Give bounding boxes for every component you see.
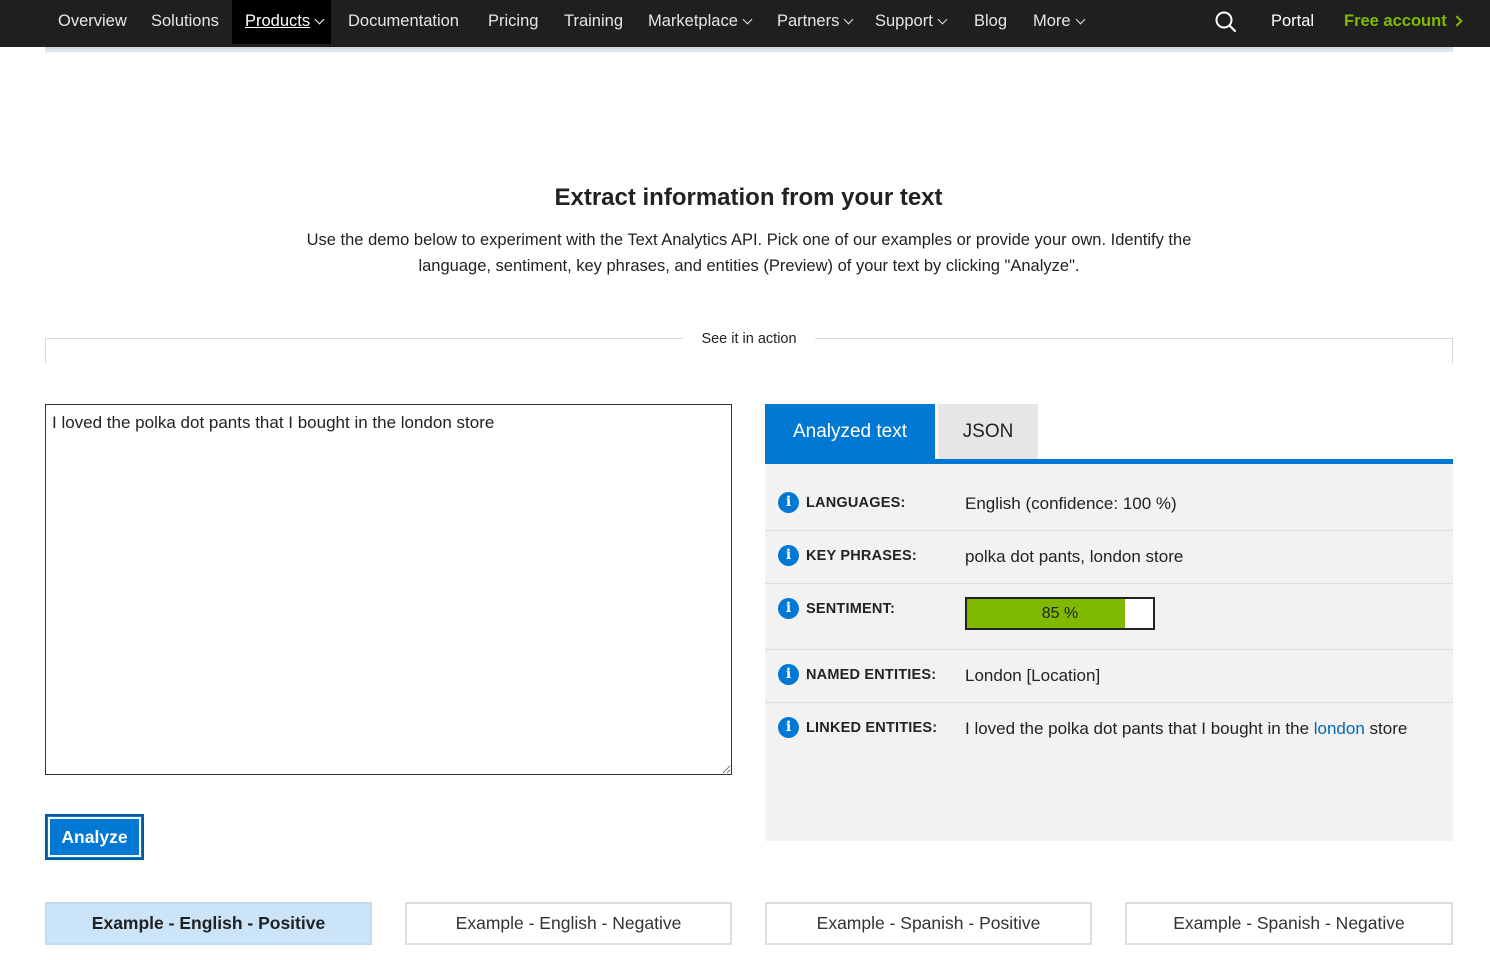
example-spanish-negative-button[interactable]: Example - Spanish - Negative (1125, 902, 1453, 945)
nav-item-solutions[interactable]: Solutions (151, 0, 219, 44)
sentiment-value: 85 % (1041, 605, 1079, 622)
tab-analyzed-text[interactable]: Analyzed text (765, 404, 935, 459)
page-title: Extract information from your text (554, 184, 943, 211)
nav-item-label: More (1033, 12, 1071, 30)
nav-item-support[interactable]: Support (875, 0, 948, 44)
info-icon[interactable]: i (778, 598, 799, 619)
search-icon (1215, 11, 1237, 33)
chevron-down-icon (1075, 14, 1086, 25)
example-spanish-positive-button[interactable]: Example - Spanish - Positive (765, 902, 1092, 945)
result-row-languages: i LANGUAGES: English (confidence: 100 %) (765, 464, 1453, 531)
search-button[interactable] (1213, 9, 1239, 35)
nav-item-documentation[interactable]: Documentation (348, 0, 459, 44)
result-value: London [Location] (965, 666, 1101, 685)
example-english-negative-button[interactable]: Example - English - Negative (405, 902, 732, 945)
nav-item-label: Marketplace (648, 12, 738, 30)
chevron-down-icon (937, 14, 948, 25)
linked-text-after: store (1364, 719, 1408, 738)
chevron-down-icon (314, 14, 325, 25)
info-icon[interactable]: i (778, 664, 799, 685)
top-navigation: Overview Solutions Products Documentatio… (0, 0, 1490, 47)
linked-entity-link[interactable]: london (1314, 719, 1365, 738)
result-row-key-phrases: i KEY PHRASES: polka dot pants, london s… (765, 531, 1453, 584)
example-english-positive-button[interactable]: Example - English - Positive (45, 902, 372, 945)
nav-item-overview[interactable]: Overview (58, 0, 127, 44)
result-label: SENTIMENT: (806, 601, 895, 617)
info-icon[interactable]: i (778, 545, 799, 566)
chevron-down-icon (742, 14, 753, 25)
results-panel: i LANGUAGES: English (confidence: 100 %)… (765, 464, 1453, 841)
portal-link[interactable]: Portal (1271, 0, 1314, 44)
nav-shadow-divider (45, 47, 1453, 52)
result-value: polka dot pants, london store (965, 547, 1184, 566)
chevron-right-icon (1451, 15, 1463, 27)
page-description: Use the demo below to experiment with th… (306, 231, 1192, 275)
nav-item-blog[interactable]: Blog (974, 0, 1007, 44)
result-label: LINKED ENTITIES: (806, 720, 938, 736)
result-label: KEY PHRASES: (806, 548, 917, 564)
text-input[interactable] (45, 404, 732, 775)
nav-item-products[interactable]: Products (232, 0, 332, 44)
result-row-named-entities: i NAMED ENTITIES: London [Location] (765, 650, 1453, 703)
nav-item-training[interactable]: Training (564, 0, 623, 44)
nav-item-label: Blog (974, 12, 1008, 30)
nav-item-marketplace[interactable]: Marketplace (648, 0, 753, 44)
result-value: English (confidence: 100 %) (965, 494, 1177, 513)
nav-item-label: Support (875, 12, 933, 30)
result-value: I loved the polka dot pants that I bough… (965, 719, 1407, 739)
tab-json[interactable]: JSON (938, 404, 1038, 459)
nav-item-partners[interactable]: Partners (777, 0, 854, 44)
chevron-down-icon (843, 14, 854, 25)
nav-item-label: Documentation (348, 12, 459, 30)
analyze-button[interactable]: Analyze (45, 814, 144, 860)
result-label: NAMED ENTITIES: (806, 667, 937, 683)
nav-item-label: Overview (58, 12, 127, 30)
nav-item-label: Solutions (151, 12, 219, 30)
nav-item-label: Products (245, 12, 311, 30)
nav-item-label: Training (564, 12, 623, 30)
linked-text-before: I loved the polka dot pants that I bough… (965, 719, 1314, 738)
free-account-label: Free account (1344, 12, 1447, 30)
free-account-link[interactable]: Free account (1344, 0, 1463, 44)
nav-item-label: Partners (777, 12, 840, 30)
info-icon[interactable]: i (778, 717, 799, 738)
nav-item-more[interactable]: More (1033, 0, 1086, 44)
result-label: LANGUAGES: (806, 495, 906, 511)
info-icon[interactable]: i (778, 492, 799, 513)
portal-label: Portal (1271, 12, 1315, 30)
sentiment-bar: 85 % (965, 597, 1155, 630)
nav-item-label: Pricing (488, 12, 539, 30)
result-row-linked-entities: i LINKED ENTITIES: I loved the polka dot… (765, 703, 1453, 763)
nav-item-pricing[interactable]: Pricing (488, 0, 538, 44)
section-label: See it in action (683, 331, 815, 347)
